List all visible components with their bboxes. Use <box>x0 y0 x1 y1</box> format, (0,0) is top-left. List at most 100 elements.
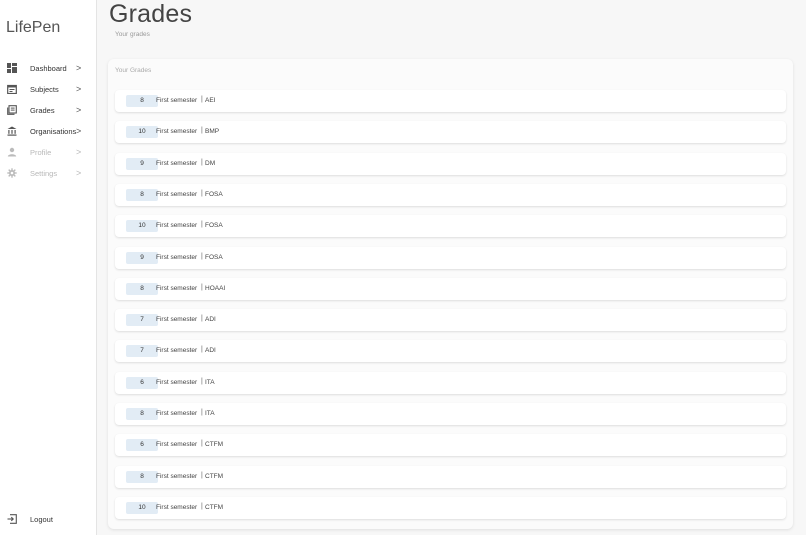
separator: | <box>201 502 203 510</box>
chevron-right-icon: > <box>76 126 82 136</box>
grade-badge: 9 <box>126 157 158 170</box>
semester-label: First semester <box>156 128 198 136</box>
logout-icon <box>6 513 18 525</box>
sidebar-item-profile[interactable]: Profile > <box>0 143 96 161</box>
chevron-right-icon: > <box>76 168 82 178</box>
subject-label: HOAAI <box>205 284 226 292</box>
sidebar-item-settings[interactable]: Settings > <box>0 164 96 182</box>
logout-button[interactable]: Logout <box>0 510 96 528</box>
separator: | <box>201 409 203 416</box>
semester-label: First semester <box>156 97 198 104</box>
grade-row[interactable]: 6 First semester | ITA <box>115 371 786 394</box>
chevron-right-icon: > <box>76 105 82 115</box>
separator: | <box>201 283 203 291</box>
sidebar-item-label: Organisations <box>30 126 77 136</box>
grade-row[interactable]: 8 First semester | FOSA <box>115 183 786 206</box>
grade-row[interactable]: 8 First semester | HOAAI <box>115 277 786 300</box>
grades-icon <box>6 104 18 116</box>
logout-label: Logout <box>30 514 53 524</box>
subject-label: ADI <box>205 316 216 324</box>
separator: | <box>201 127 203 135</box>
subject-label: FOSA <box>205 253 223 261</box>
subject-label: FOSA <box>205 222 223 230</box>
dashboard-icon <box>6 62 18 74</box>
separator: | <box>201 158 203 166</box>
grade-badge: 8 <box>126 470 158 483</box>
separator: | <box>201 96 203 103</box>
subject-label: AEI <box>205 97 216 104</box>
sidebar-item-grades[interactable]: Grades > <box>0 101 96 119</box>
sidebar-item-subjects[interactable]: Subjects > <box>0 80 96 98</box>
subject-label: ITA <box>205 378 215 386</box>
separator: | <box>201 346 203 354</box>
sidebar-item-label: Settings <box>30 168 58 178</box>
grade-badge: 7 <box>126 314 158 327</box>
grade-row[interactable]: 6 First semester | CTFM <box>115 434 786 457</box>
semester-label: First semester <box>156 190 198 198</box>
grade-row[interactable]: 9 First semester | DM <box>115 152 786 175</box>
sidebar-item-label: Subjects <box>30 84 59 94</box>
grade-row[interactable]: 8 First semester | CTFM <box>115 465 786 488</box>
sidebar: LifePen Dashboard > Subjects > Grades > … <box>0 0 97 535</box>
person-icon <box>6 146 18 158</box>
grade-badge: 8 <box>126 282 158 295</box>
grade-badge: 10 <box>126 126 158 139</box>
card-title: Your Grades <box>115 67 152 74</box>
subject-label: ITA <box>205 410 215 417</box>
semester-label: First semester <box>156 316 198 324</box>
gear-icon <box>6 167 18 179</box>
sidebar-item-label: Dashboard <box>30 63 67 73</box>
grade-row[interactable]: 7 First semester | ADI <box>115 309 786 332</box>
separator: | <box>201 471 203 479</box>
sidebar-item-dashboard[interactable]: Dashboard > <box>0 59 96 77</box>
page-subtitle: Your grades <box>115 31 150 38</box>
separator: | <box>201 377 203 385</box>
sidebar-item-organisations[interactable]: Organisations > <box>0 122 96 140</box>
semester-label: First semester <box>156 284 198 292</box>
semester-label: First semester <box>156 441 198 449</box>
grade-badge: 8 <box>126 408 158 420</box>
grade-badge: 6 <box>126 439 158 452</box>
chevron-right-icon: > <box>76 84 82 94</box>
grade-badge: 10 <box>126 501 158 514</box>
grades-card: Your Grades 8 First semester | AEI 10 First s… <box>108 59 793 529</box>
grade-row[interactable]: 10 First semester | BMP <box>115 121 786 144</box>
calendar-icon <box>6 83 18 95</box>
page-title: Grades <box>109 0 193 28</box>
semester-label: First semester <box>156 253 198 261</box>
grade-badge: 8 <box>126 188 158 201</box>
app-brand: LifePen <box>6 19 61 36</box>
chevron-right-icon: > <box>76 63 82 73</box>
semester-label: First semester <box>156 159 198 167</box>
subject-label: ADI <box>205 347 216 355</box>
separator: | <box>201 440 203 448</box>
bank-icon <box>6 125 18 137</box>
grade-badge: 7 <box>126 345 158 358</box>
grade-row[interactable]: 10 First semester | FOSA <box>115 215 786 238</box>
grade-badge: 8 <box>126 95 158 107</box>
separator: | <box>201 189 203 197</box>
subject-label: CTFM <box>205 472 224 480</box>
separator: | <box>201 315 203 323</box>
subject-label: CTFM <box>205 503 224 511</box>
subject-label: BMP <box>205 128 220 136</box>
semester-label: First semester <box>156 503 198 511</box>
grade-badge: 9 <box>126 251 158 264</box>
semester-label: First semester <box>156 378 198 386</box>
separator: | <box>201 252 203 260</box>
grade-row[interactable]: 7 First semester | ADI <box>115 340 786 363</box>
semester-label: First semester <box>156 347 198 355</box>
separator: | <box>201 221 203 229</box>
grade-row[interactable]: 10 First semester | CTFM <box>115 496 786 519</box>
subject-label: DM <box>205 159 216 167</box>
grade-row[interactable]: 8 First semester | AEI <box>115 90 786 112</box>
sidebar-item-label: Grades <box>30 105 55 115</box>
grade-row[interactable]: 8 First semester | ITA <box>115 403 786 425</box>
semester-label: First semester <box>156 222 198 230</box>
semester-label: First semester <box>156 472 198 480</box>
grade-row[interactable]: 9 First semester | FOSA <box>115 246 786 269</box>
grade-badge: 10 <box>126 220 158 233</box>
sidebar-item-label: Profile <box>30 147 52 157</box>
subject-label: CTFM <box>205 441 224 449</box>
grade-badge: 6 <box>126 376 158 389</box>
